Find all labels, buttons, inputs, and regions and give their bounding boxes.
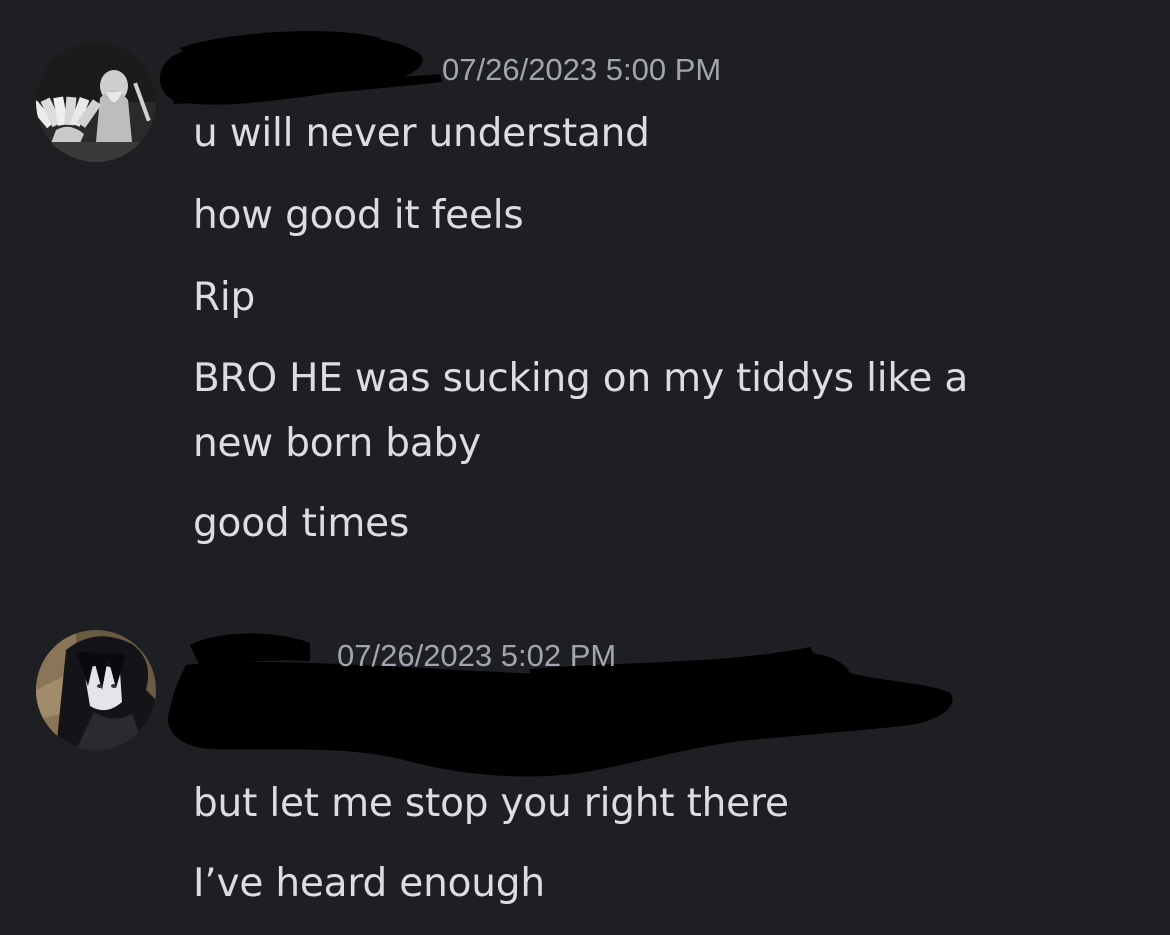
redacted-username <box>159 31 442 105</box>
chat-log: 07/26/2023 5:00 PM u will never understa… <box>0 0 1170 935</box>
message-line: but let me stop you right there <box>193 781 789 826</box>
user-avatar[interactable] <box>36 630 156 750</box>
message-line: new born baby <box>193 421 481 466</box>
message-line: BRO HE was sucking on my tiddys like a <box>193 356 969 401</box>
message-line: good times <box>193 501 410 546</box>
message-timestamp[interactable]: 07/26/2023 5:00 PM <box>442 52 721 88</box>
message-line: I’ve heard enough <box>193 861 545 906</box>
message-line: how good it feels <box>193 193 524 238</box>
message-line: Rip <box>193 275 256 320</box>
avatar-dark-haired-character-icon <box>36 630 156 750</box>
message-line: u will never understand <box>193 111 650 156</box>
message-timestamp[interactable]: 07/26/2023 5:02 PM <box>337 638 616 674</box>
avatar-card-fan-icon <box>36 42 156 162</box>
user-avatar[interactable] <box>36 42 156 162</box>
